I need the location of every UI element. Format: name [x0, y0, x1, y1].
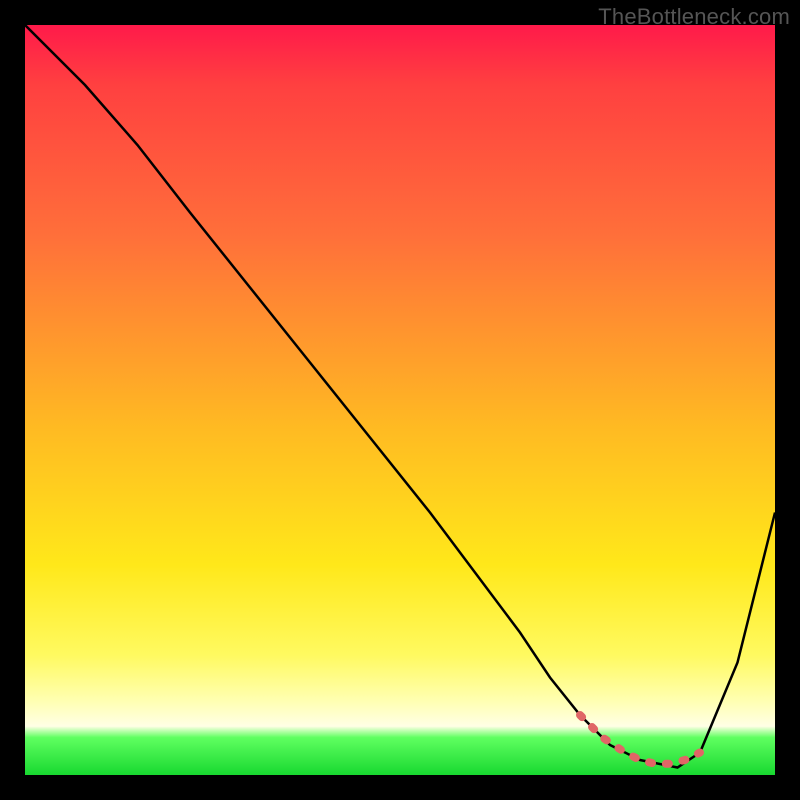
curve-overlay: [25, 25, 775, 775]
plot-box: [25, 25, 775, 775]
trough-highlight: [580, 715, 700, 764]
chart-container: TheBottleneck.com: [0, 0, 800, 800]
watermark-text: TheBottleneck.com: [598, 4, 790, 30]
main-curve: [25, 25, 775, 768]
